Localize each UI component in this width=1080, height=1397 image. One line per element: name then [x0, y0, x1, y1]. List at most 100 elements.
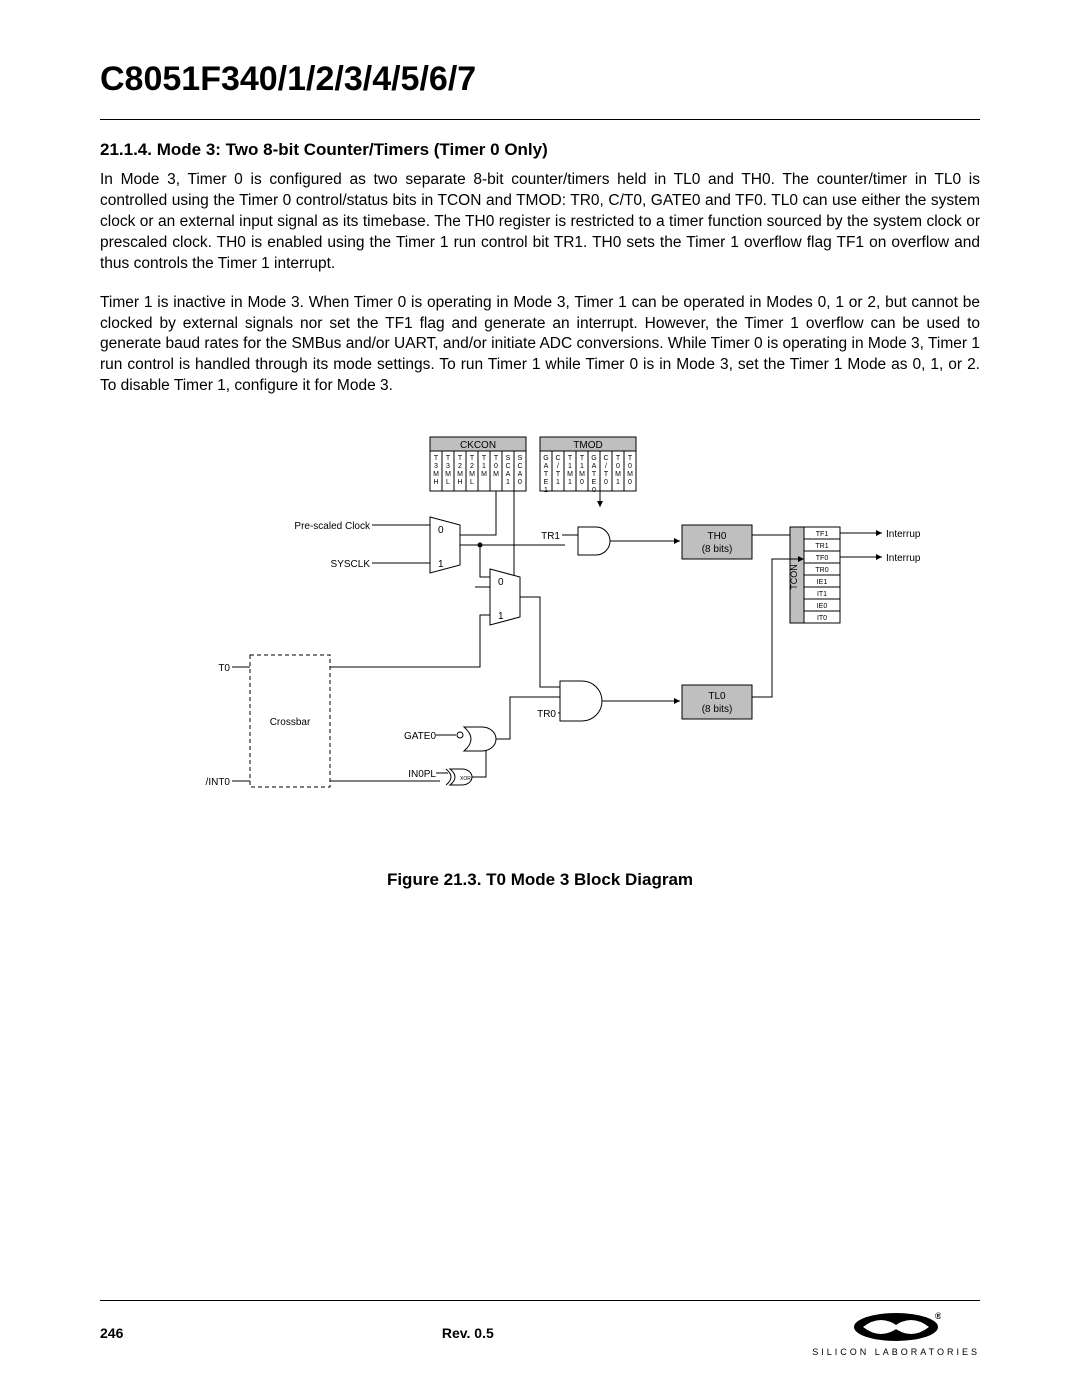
revision: Rev. 0.5 — [442, 1325, 494, 1341]
paragraph-1: In Mode 3, Timer 0 is configured as two … — [100, 170, 980, 275]
svg-text:0: 0 — [494, 463, 498, 470]
svg-text:H: H — [433, 479, 438, 486]
tl0-block: TL0 (8 bits) — [682, 685, 752, 719]
svg-text:T: T — [568, 455, 573, 462]
svg-text:L: L — [470, 479, 474, 486]
svg-text:IT0: IT0 — [817, 615, 827, 622]
svg-text:1: 1 — [568, 479, 572, 486]
svg-text:IE1: IE1 — [817, 579, 828, 586]
mux-1: 0 1 — [430, 517, 460, 573]
svg-text:/: / — [605, 463, 607, 470]
svg-text:M: M — [445, 471, 451, 478]
svg-text:3: 3 — [434, 463, 438, 470]
silicon-labs-logo: ® SILICON LABORATORIES — [812, 1309, 980, 1357]
svg-text:T: T — [556, 471, 561, 478]
svg-text:0: 0 — [580, 479, 584, 486]
svg-text:0: 0 — [438, 525, 444, 536]
svg-text:1: 1 — [556, 479, 560, 486]
svg-text:0: 0 — [628, 463, 632, 470]
svg-text:TR1: TR1 — [815, 543, 828, 550]
svg-text:0: 0 — [498, 577, 504, 588]
svg-text:TL0: TL0 — [708, 691, 726, 702]
svg-text:C: C — [517, 463, 522, 470]
svg-text:T: T — [544, 471, 549, 478]
section-heading: 21.1.4. Mode 3: Two 8-bit Counter/Timers… — [100, 140, 980, 160]
gate0-label: GATE0 — [404, 731, 436, 742]
svg-text:H: H — [457, 479, 462, 486]
svg-text:IE0: IE0 — [817, 603, 828, 610]
interrupt-label-2: Interrupt — [886, 553, 920, 564]
sysclk-label: SYSCLK — [331, 559, 371, 570]
block-diagram-svg: CKCON T3MHT3MLT2MHT2MLT1MT0MSCA1SCA0 TMO… — [160, 427, 920, 847]
svg-text:CKCON: CKCON — [460, 440, 496, 451]
svg-text:C: C — [505, 463, 510, 470]
page-footer: 246 Rev. 0.5 ® SILICON LABORATORIES — [100, 1300, 980, 1357]
svg-text:TMOD: TMOD — [573, 440, 602, 451]
svg-text:M: M — [567, 471, 573, 478]
svg-text:TH0: TH0 — [708, 531, 727, 542]
ckcon-register: CKCON T3MHT3MLT2MHT2MLT1MT0MSCA1SCA0 — [430, 437, 526, 491]
svg-text:1: 1 — [482, 463, 486, 470]
svg-text:0: 0 — [616, 463, 620, 470]
svg-text:T: T — [628, 455, 633, 462]
t0-label: T0 — [218, 663, 230, 674]
svg-text:1: 1 — [438, 559, 444, 570]
svg-text:0: 0 — [604, 479, 608, 486]
svg-text:M: M — [579, 471, 585, 478]
svg-text:3: 3 — [446, 463, 450, 470]
page-number: 246 — [100, 1325, 123, 1341]
interrupt-label-1: Interrupt — [886, 529, 920, 540]
crossbar-label: Crossbar — [270, 717, 311, 728]
svg-text:G: G — [543, 455, 548, 462]
svg-text:M: M — [457, 471, 463, 478]
svg-text:0: 0 — [592, 487, 596, 494]
svg-text:A: A — [518, 471, 523, 478]
svg-text:M: M — [481, 471, 487, 478]
svg-text:(8 bits): (8 bits) — [702, 544, 733, 555]
svg-text:E: E — [544, 479, 549, 486]
svg-text:XOR: XOR — [460, 776, 471, 782]
svg-text:M: M — [627, 471, 633, 478]
and-gate-1 — [578, 527, 610, 555]
svg-text:T: T — [604, 471, 609, 478]
paragraph-2: Timer 1 is inactive in Mode 3. When Time… — [100, 293, 980, 398]
svg-text:T: T — [470, 455, 475, 462]
svg-text:2: 2 — [458, 463, 462, 470]
svg-text:T: T — [458, 455, 463, 462]
svg-text:A: A — [544, 463, 549, 470]
svg-text:C: C — [555, 455, 560, 462]
svg-text:TCON: TCON — [789, 564, 799, 590]
svg-text:T: T — [434, 455, 439, 462]
svg-text:TF1: TF1 — [816, 531, 829, 538]
svg-text:TR0: TR0 — [815, 567, 828, 574]
mux-2: 0 1 — [490, 569, 520, 625]
svg-text:T: T — [482, 455, 487, 462]
tr0-label: TR0 — [537, 709, 556, 720]
svg-text:M: M — [469, 471, 475, 478]
svg-text:T: T — [616, 455, 621, 462]
doc-title: C8051F340/1/2/3/4/5/6/7 — [100, 60, 980, 99]
tr1-label: TR1 — [541, 531, 560, 542]
svg-text:1: 1 — [568, 463, 572, 470]
prescaled-clock-label: Pre-scaled Clock — [294, 521, 371, 532]
svg-text:A: A — [592, 463, 597, 470]
svg-text:/: / — [557, 463, 559, 470]
svg-text:M: M — [615, 471, 621, 478]
svg-text:T: T — [580, 455, 585, 462]
svg-text:G: G — [591, 455, 596, 462]
th0-block: TH0 (8 bits) — [682, 525, 752, 559]
svg-text:1: 1 — [544, 487, 548, 494]
svg-text:2: 2 — [470, 463, 474, 470]
svg-text:1: 1 — [506, 479, 510, 486]
svg-text:®: ® — [935, 1311, 941, 1321]
svg-text:T: T — [592, 471, 597, 478]
svg-text:M: M — [433, 471, 439, 478]
figure-caption: Figure 21.3. T0 Mode 3 Block Diagram — [100, 870, 980, 890]
svg-text:0: 0 — [628, 479, 632, 486]
header-rule — [100, 119, 980, 120]
svg-text:0: 0 — [518, 479, 522, 486]
or-gate — [464, 727, 496, 751]
svg-text:E: E — [592, 479, 597, 486]
int0-label: /INT0 — [206, 777, 231, 788]
tmod-register: TMOD GATE1C/T1T1M1T1M0GATE0C/T0T0M1T0M0 — [540, 437, 636, 494]
